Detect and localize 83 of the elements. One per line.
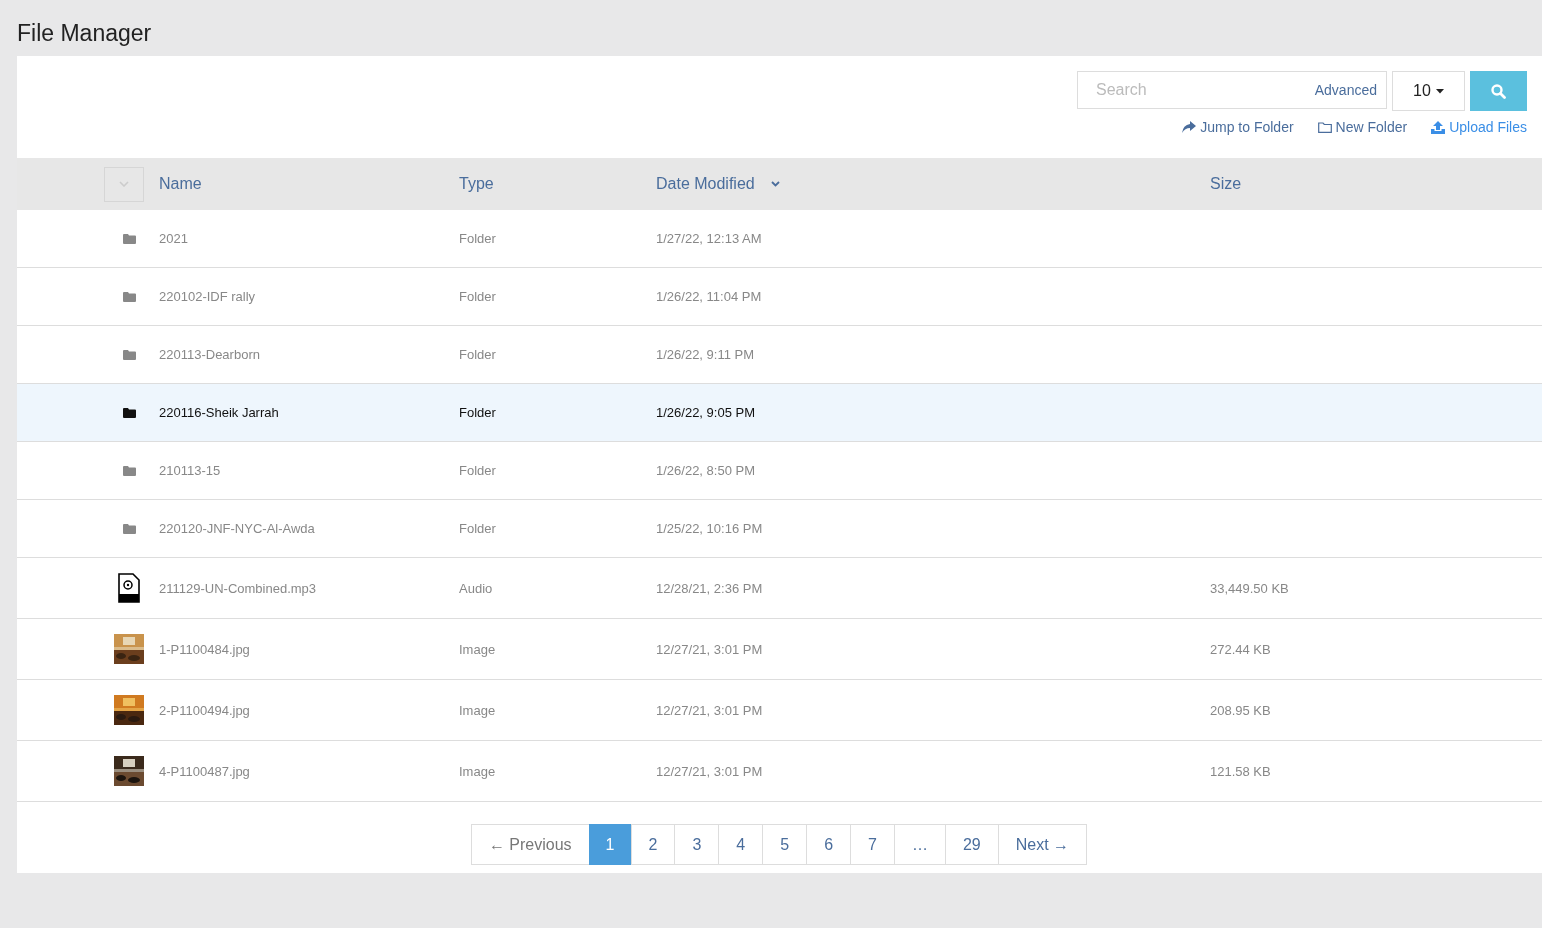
file-name: 211129-UN-Combined.mp3	[159, 580, 317, 596]
folder-icon	[122, 349, 136, 360]
file-name: 220113-Dearborn	[159, 347, 260, 362]
folder-icon	[122, 291, 136, 302]
file-name: 4-P1100487.jpg	[159, 763, 250, 779]
page-button[interactable]: 7	[850, 824, 895, 865]
file-type: Image	[459, 763, 496, 779]
file-name: 2021	[159, 231, 188, 246]
file-type: Folder	[459, 231, 496, 246]
column-header[interactable]: Size	[1210, 175, 1242, 193]
column-header[interactable]: Name	[159, 175, 202, 193]
folder-link[interactable]: New Folder	[1317, 119, 1408, 135]
file-name: 2-P1100494.jpg	[159, 702, 250, 718]
date-modified: 1/26/22, 8:50 PM	[656, 463, 755, 478]
folder-outline-icon	[1317, 121, 1332, 133]
file-type: Audio	[459, 580, 493, 596]
search-button[interactable]	[1470, 71, 1527, 111]
file-size: 33,449.50 KB	[1210, 580, 1289, 596]
file-row[interactable]: 1-P1100484.jpg Image 12/27/21, 3:01 PM 272.44 KB	[17, 619, 1542, 680]
chevron-icon	[119, 181, 129, 187]
upload-link[interactable]: Upload Files	[1431, 119, 1527, 135]
file-type: Image	[459, 702, 496, 718]
folder-icon	[122, 465, 136, 476]
select-all-dropdown[interactable]	[104, 166, 144, 202]
file-name: 210113-15	[159, 463, 221, 478]
page-button[interactable]: 6	[806, 824, 852, 865]
page-title: File Manager	[16, 19, 153, 48]
file-name: 220116-Sheik Jarrah	[159, 405, 279, 420]
file-row[interactable]: 220120-JNF-NYC-Al-Awda Folder 1/25/22, 10:16 PM	[17, 500, 1542, 558]
mp3-file-icon	[118, 573, 140, 603]
file-row[interactable]: 4-P1100487.jpg Image 12/27/21, 3:01 PM 121.58 KB	[17, 741, 1542, 802]
search-field[interactable]: Search Advanced	[1077, 71, 1387, 109]
page-button[interactable]: …	[893, 824, 946, 865]
next-button[interactable]: Next →	[997, 824, 1088, 865]
column-header[interactable]: Type	[459, 175, 494, 193]
page-button[interactable]: 1	[588, 824, 632, 865]
file-row[interactable]: 2-P1100494.jpg Image 12/27/21, 3:01 PM 208.95 KB	[17, 680, 1542, 741]
date-modified: 1/26/22, 9:11 PM	[656, 347, 755, 362]
page-size-dropdown[interactable]: 10	[1392, 71, 1465, 111]
file-row[interactable]: 2021 Folder 1/27/22, 12:13 AM	[17, 210, 1542, 268]
file-name: 1-P1100484.jpg	[159, 641, 250, 657]
search-icon	[1491, 83, 1506, 99]
file-type: Folder	[459, 347, 496, 362]
page-button[interactable]: 29	[944, 824, 999, 865]
date-modified: 1/27/22, 12:13 AM	[656, 231, 762, 246]
link-label: New Folder	[1335, 119, 1408, 135]
caret-icon	[1435, 88, 1444, 94]
jump-link[interactable]: Jump to Folder	[1182, 119, 1294, 135]
link-label: Jump to Folder	[1200, 119, 1294, 135]
date-modified: 1/25/22, 10:16 PM	[656, 521, 763, 536]
file-type: Image	[459, 641, 496, 657]
folder-icon	[122, 233, 136, 244]
share-arrow-icon	[1182, 121, 1197, 133]
column-header[interactable]: Date Modified	[656, 175, 755, 193]
file-row[interactable]: 220116-Sheik Jarrah Folder 1/26/22, 9:05 PM	[17, 384, 1542, 442]
page-button[interactable]: 5	[762, 824, 808, 865]
file-name: 220120-JNF-NYC-Al-Awda	[159, 521, 315, 536]
page-button[interactable]: 4	[718, 824, 764, 865]
file-size: 121.58 KB	[1210, 763, 1271, 779]
file-type: Folder	[459, 289, 496, 304]
date-modified: 1/26/22, 9:05 PM	[656, 405, 755, 420]
date-modified: 12/28/21, 2:36 PM	[656, 580, 763, 596]
page-button[interactable]: 3	[674, 824, 720, 865]
file-name: 220102-IDF rally	[159, 289, 256, 304]
date-modified: 12/27/21, 3:01 PM	[656, 763, 763, 779]
date-modified: 12/27/21, 3:01 PM	[656, 641, 763, 657]
date-modified: 1/26/22, 11:04 PM	[656, 289, 762, 304]
date-modified: 12/27/21, 3:01 PM	[656, 702, 763, 718]
upload-icon	[1431, 120, 1446, 134]
file-type: Folder	[459, 405, 496, 420]
file-type: Folder	[459, 463, 496, 478]
sort-chevron-icon[interactable]	[770, 181, 780, 187]
link-label: Upload Files	[1449, 119, 1527, 135]
file-size: 272.44 KB	[1210, 641, 1271, 657]
file-row[interactable]: 211129-UN-Combined.mp3 Audio 12/28/21, 2:36 PM 33,449.50 KB	[17, 558, 1542, 619]
file-size: 208.95 KB	[1210, 702, 1271, 718]
folder-icon	[122, 523, 136, 534]
file-type: Folder	[459, 521, 496, 536]
file-row[interactable]: 220102-IDF rally Folder 1/26/22, 11:04 PM	[17, 268, 1542, 326]
page-button[interactable]: 2	[630, 824, 676, 865]
advanced-link[interactable]: Advanced	[1314, 82, 1377, 98]
file-row[interactable]: 210113-15 Folder 1/26/22, 8:50 PM	[17, 442, 1542, 500]
folder-icon	[122, 407, 136, 418]
